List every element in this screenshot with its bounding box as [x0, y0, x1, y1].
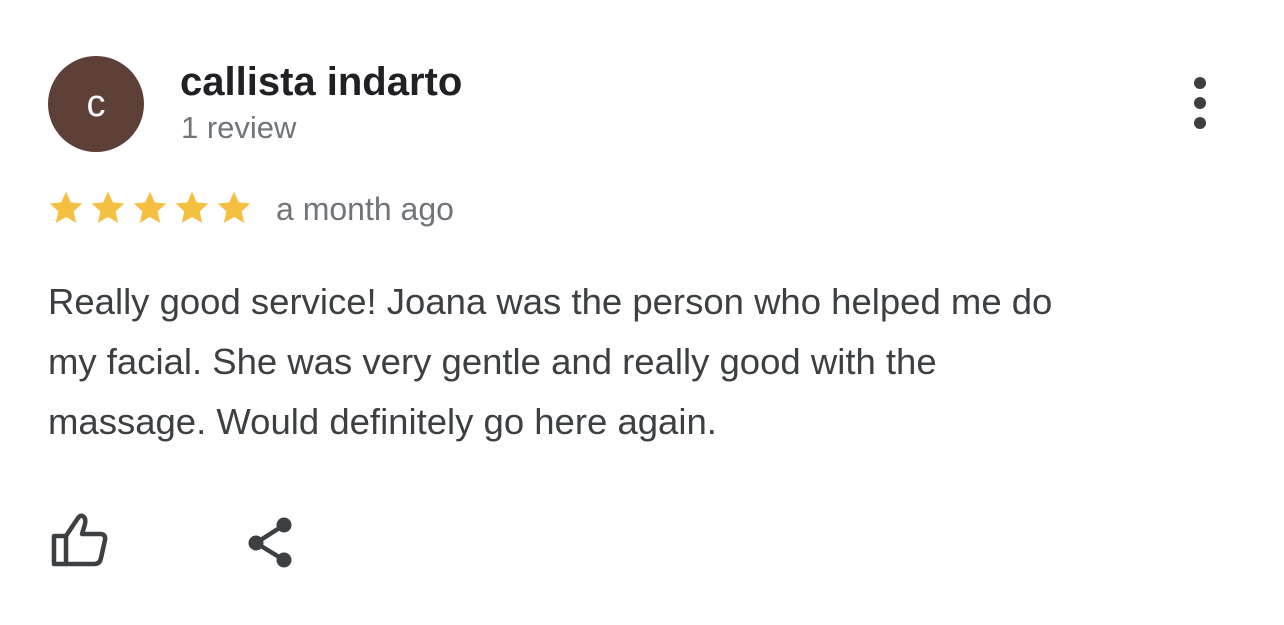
thumb-up-icon — [51, 513, 108, 567]
review-text-line: massage. Would definitely go here again. — [48, 401, 717, 442]
review-count[interactable]: 1 review — [181, 108, 296, 148]
star-icon — [175, 191, 209, 223]
more-vert-icon-dot — [1194, 117, 1206, 129]
share-icon — [248, 517, 292, 568]
star-icon — [91, 191, 125, 223]
more-vert-icon-dot — [1194, 97, 1206, 109]
review-text: Really good service! Joana was the perso… — [48, 272, 1238, 452]
more-vert-icon — [1194, 77, 1206, 89]
star-icon — [133, 191, 167, 223]
like-button[interactable] — [44, 508, 114, 572]
share-button[interactable] — [236, 510, 304, 574]
star-rating — [46, 186, 254, 230]
avatar[interactable]: c — [48, 56, 144, 152]
star-icon — [217, 191, 251, 223]
review-text-line: my facial. She was very gentle and reall… — [48, 341, 937, 382]
review-text-line: Really good service! Joana was the perso… — [48, 281, 1053, 322]
star-icon — [49, 191, 83, 223]
reviewer-name[interactable]: callista indarto — [180, 58, 462, 106]
avatar-initial: c — [86, 82, 106, 125]
more-options-button[interactable] — [1176, 70, 1224, 136]
review-date: a month ago — [276, 191, 454, 227]
